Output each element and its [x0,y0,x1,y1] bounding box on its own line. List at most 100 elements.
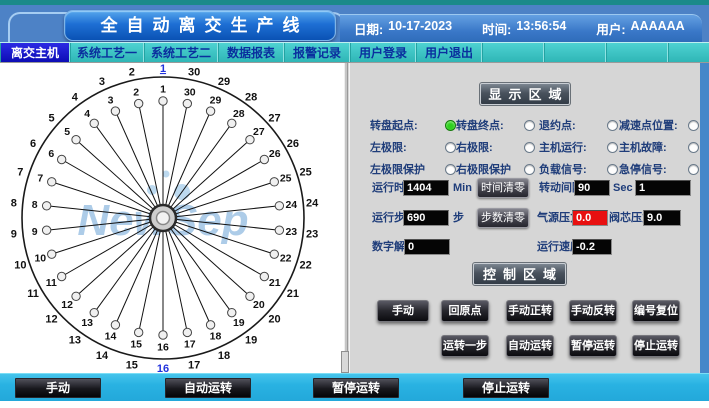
svg-text:28: 28 [245,92,257,104]
svg-text:2: 2 [133,86,139,98]
svg-text:29: 29 [218,76,230,88]
svg-text:11: 11 [27,288,39,300]
svg-text:13: 13 [81,317,93,329]
svg-text:6: 6 [48,148,54,160]
tab-alarm-record[interactable]: 报警记录 [284,43,350,63]
tab-main-machine[interactable]: 离交主机 [0,43,70,63]
time-value: 13:56:54 [516,19,566,38]
indicator-host-running: 主机运行: [539,140,618,154]
svg-text:10: 10 [34,252,46,264]
svg-text:7: 7 [17,167,23,179]
svg-text:17: 17 [188,360,200,372]
svg-text:5: 5 [64,126,70,138]
svg-text:12: 12 [61,299,73,311]
indicator-turntable-end: 转盘终点: [456,118,535,132]
right-border-strip [700,63,709,374]
user-label: 用户: [596,19,625,38]
svg-text:22: 22 [280,252,292,264]
status-lamp [445,164,456,175]
svg-text:26: 26 [287,138,299,150]
indicator-turntable-start: 转盘起点: [370,118,456,132]
decode-value: 0 [404,239,450,255]
svg-text:1: 1 [160,63,166,75]
svg-text:20: 20 [253,299,265,311]
svg-text:14: 14 [96,350,109,362]
interval-value2[interactable]: 1 [635,180,691,196]
svg-text:1: 1 [160,84,166,96]
svg-text:14: 14 [105,330,117,342]
pause-run-button[interactable]: 暂停运转 [569,335,617,357]
status-lamp [445,120,456,131]
manual-forward-button[interactable]: 手动正转 [506,300,554,322]
steps-value: 690 [403,210,449,226]
tab-data-report[interactable]: 数据报表 [218,43,284,63]
tab-user-logout[interactable]: 用户退出 [416,43,482,63]
svg-text:25: 25 [280,173,292,185]
svg-text:3: 3 [108,95,114,107]
steps-clear-button[interactable]: 步数清零 [477,208,529,228]
svg-text:15: 15 [130,339,142,351]
air-pressure-value: 0.0 [572,210,608,226]
svg-text:18: 18 [210,330,222,342]
bottom-pause-run-button[interactable]: 暂停运转 [313,378,399,398]
svg-text:11: 11 [46,277,57,289]
svg-text:3: 3 [99,76,105,88]
stop-run-button[interactable]: 停止运转 [632,335,680,357]
bottom-stop-run-button[interactable]: 停止运转 [463,378,549,398]
manual-button[interactable]: 手动 [377,300,429,322]
tab-process-2[interactable]: 系统工艺二 [144,43,218,63]
svg-text:13: 13 [69,334,81,346]
header-band: 全自动离交生产线 日期: 10-17-2023 时间: 13:56:54 用户:… [0,5,709,42]
time-clear-button[interactable]: 时间清零 [477,178,529,198]
svg-text:30: 30 [188,66,200,78]
svg-text:25: 25 [300,167,312,179]
bottom-auto-run-button[interactable]: 自动运转 [165,378,251,398]
svg-text:24: 24 [285,199,297,211]
tab-empty [482,43,544,63]
status-lamp [607,164,618,175]
manual-reverse-button[interactable]: 手动反转 [569,300,617,322]
interval-value[interactable]: 90 [574,180,610,196]
return-origin-button[interactable]: 回原点 [441,300,489,322]
auto-run-button[interactable]: 自动运转 [506,335,554,357]
indicator-host-fault: 主机故障: [619,140,699,154]
bottom-manual-button[interactable]: 手动 [15,378,101,398]
indicator-retreat-point: 退约点: [539,118,618,132]
svg-text:15: 15 [126,360,138,372]
svg-text:9: 9 [32,226,38,238]
status-bar: 日期: 10-17-2023 时间: 13:56:54 用户: AAAAAA [340,14,702,42]
main-area: NewSep1122334455667788991010111112121313… [0,62,709,373]
run-one-step-button[interactable]: 运转一步 [441,335,489,357]
right-panel: 显示区域 转盘起点: 转盘终点: 退约点: 减速点位置: 左极限: 右极限: 主… [349,63,700,374]
number-reset-button[interactable]: 编号复位 [632,300,680,322]
indicator-estop-signal: 急停信号: [619,162,699,176]
svg-text:22: 22 [300,259,312,271]
tab-user-login[interactable]: 用户登录 [350,43,416,63]
tab-process-1[interactable]: 系统工艺一 [70,43,144,63]
date-value: 10-17-2023 [388,19,452,38]
indicator-left-limit: 左极限: [370,140,456,154]
svg-text:10: 10 [14,259,26,271]
svg-text:4: 4 [84,108,90,120]
status-lamp [524,142,535,153]
svg-text:20: 20 [268,313,280,325]
svg-text:30: 30 [184,86,196,98]
indicator-load-signal: 负载信号: [539,162,618,176]
svg-text:8: 8 [32,199,38,211]
display-area-title: 显示区域 [480,83,570,105]
svg-text:23: 23 [306,229,318,241]
svg-text:21: 21 [269,277,281,289]
carousel-diagram-panel: NewSep1122334455667788991010111112121313… [0,63,345,374]
status-lamp [688,164,699,175]
svg-text:21: 21 [287,288,299,300]
status-lamp [524,164,535,175]
svg-text:29: 29 [210,95,222,107]
indicator-right-limit: 右极限: [456,140,535,154]
svg-text:2: 2 [129,66,135,78]
svg-text:19: 19 [233,317,245,329]
run-time-value: 1404 [403,180,449,196]
svg-text:7: 7 [37,173,43,185]
svg-text:28: 28 [233,108,245,120]
svg-text:19: 19 [245,334,257,346]
splitter-handle[interactable] [341,351,349,373]
